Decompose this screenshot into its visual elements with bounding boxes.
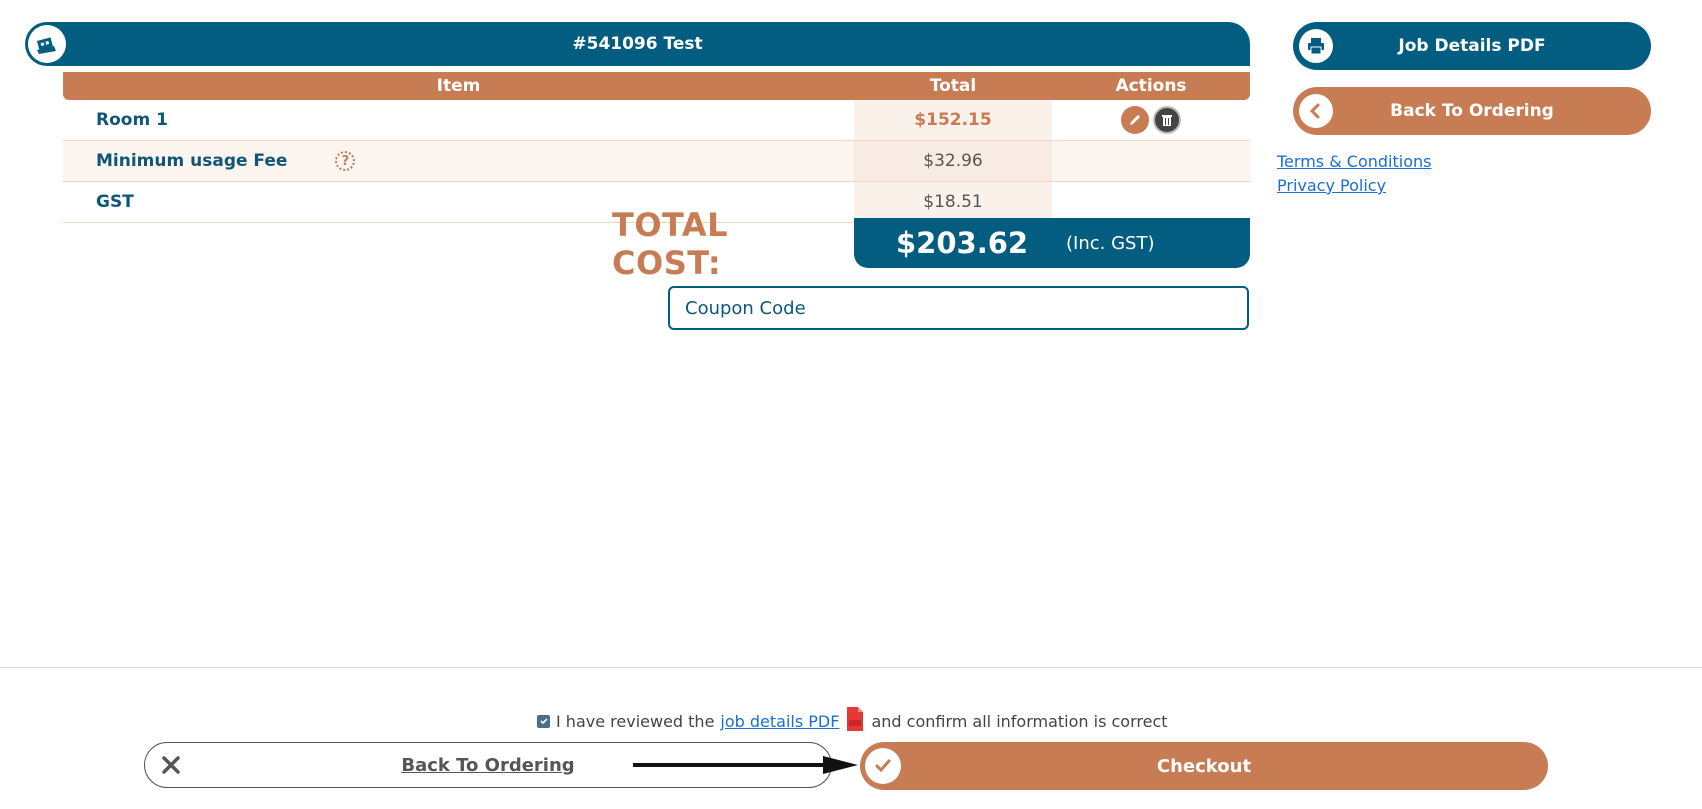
pdf-file-icon [845, 706, 865, 736]
confirm-checkbox[interactable] [537, 714, 550, 728]
checkout-button[interactable]: Checkout [860, 742, 1548, 790]
printer-icon [1299, 29, 1333, 63]
row-actions [1052, 182, 1250, 222]
total-cost-value: $203.62 [896, 226, 1029, 260]
sidebar-back-button[interactable]: Back To Ordering [1293, 87, 1651, 135]
confirm-text-after: and confirm all information is correct [871, 711, 1168, 731]
privacy-link[interactable]: Privacy Policy [1277, 176, 1386, 195]
job-header: #541096 Test [25, 22, 1250, 66]
coupon-code-input[interactable] [668, 286, 1249, 330]
job-details-pdf-label: Job Details PDF [1398, 36, 1546, 56]
trash-icon[interactable] [1153, 106, 1181, 134]
order-table: Item Total Actions Room 1 $152.15 Minimu… [63, 72, 1250, 223]
checkout-label: Checkout [1156, 755, 1252, 777]
confirm-text-before: I have reviewed the [556, 711, 715, 731]
table-row: Room 1 $152.15 [63, 100, 1250, 141]
order-summary-page: #541096 Test Item Total Actions Room 1 $… [0, 0, 1702, 809]
confirm-line: I have reviewed the job details PDF and … [537, 706, 1168, 736]
help-icon[interactable]: ? [335, 151, 356, 171]
job-details-pdf-link[interactable]: job details PDF [720, 712, 839, 731]
edit-icon[interactable] [1121, 106, 1149, 134]
row-actions [1052, 100, 1250, 140]
row-item-label: Minimum usage Fee [96, 151, 288, 171]
chevron-left-icon [1299, 94, 1333, 128]
row-total: $32.96 [854, 141, 1052, 181]
total-cost-box: $203.62 (Inc. GST) [854, 218, 1250, 268]
check-icon [865, 748, 901, 784]
row-total: $18.51 [854, 182, 1052, 222]
sidebar-back-label: Back To Ordering [1390, 101, 1554, 121]
arrow-right-icon [633, 756, 858, 774]
logo-icon [28, 25, 66, 63]
footer-back-label: Back To Ordering [401, 754, 575, 776]
row-total: $152.15 [854, 100, 1052, 140]
footer-bar: I have reviewed the job details PDF and … [0, 667, 1702, 809]
table-header: Item Total Actions [63, 72, 1250, 100]
row-actions [1052, 141, 1250, 181]
row-item: Minimum usage Fee ? [63, 141, 854, 181]
job-title: #541096 Test [572, 34, 703, 54]
header-total: Total [929, 76, 977, 96]
row-item: Room 1 [96, 110, 168, 130]
table-row: Minimum usage Fee ? $32.96 [63, 141, 1250, 182]
total-cost-note: (Inc. GST) [1066, 232, 1155, 254]
terms-link[interactable]: Terms & Conditions [1277, 152, 1431, 171]
close-icon [159, 753, 183, 782]
header-actions: Actions [1115, 76, 1187, 96]
total-cost-label: TOTAL COST: [612, 206, 729, 282]
job-details-pdf-button[interactable]: Job Details PDF [1293, 22, 1651, 70]
header-item: Item [436, 76, 481, 96]
